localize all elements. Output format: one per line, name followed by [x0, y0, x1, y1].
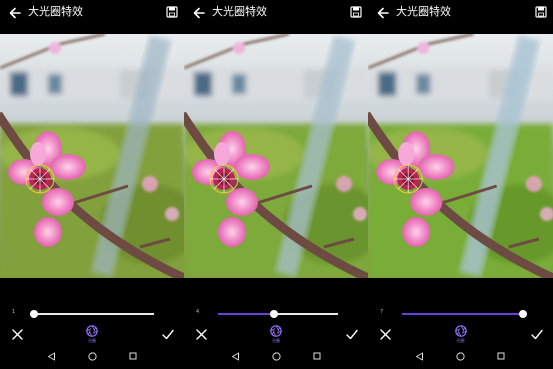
aperture-tool[interactable]: 光圈 — [261, 325, 291, 344]
top-bar: 大光圈特效 — [368, 0, 553, 34]
slider-track[interactable] — [30, 310, 154, 318]
slider-thumb[interactable] — [270, 310, 279, 318]
aperture-tool[interactable]: 光圈 — [77, 325, 107, 344]
aperture-slider[interactable]: 7 — [368, 306, 553, 322]
aperture-tool-label: 光圈 — [272, 338, 280, 343]
photo-preview — [368, 34, 553, 278]
save-icon[interactable] — [166, 6, 178, 18]
back-arrow-icon[interactable] — [8, 6, 22, 20]
page-title: 大光圈特效 — [28, 5, 83, 18]
back-arrow-icon[interactable] — [376, 6, 390, 20]
top-bar: 大光圈特效 — [0, 0, 184, 34]
aperture-tool-label: 光圈 — [456, 338, 465, 343]
focus-ring — [393, 164, 423, 194]
nav-home-circle-icon[interactable] — [88, 352, 97, 361]
slider-fill — [218, 313, 275, 315]
save-icon[interactable] — [350, 6, 362, 18]
system-nav-bar — [184, 348, 368, 366]
nav-home-circle-icon[interactable] — [456, 352, 465, 361]
close-icon[interactable] — [12, 329, 23, 340]
page-title: 大光圈特效 — [396, 5, 451, 18]
system-nav-bar — [368, 348, 553, 366]
action-bar: 光圈 — [0, 323, 184, 345]
nav-back-triangle-icon[interactable] — [231, 352, 240, 361]
screen-aperture-level-1: 大光圈特效 1 光圈 — [0, 0, 184, 369]
screen-aperture-level-7: 大光圈特效 7 光圈 — [368, 0, 553, 369]
photo-preview — [0, 34, 184, 278]
aperture-icon — [454, 325, 467, 337]
aperture-icon — [270, 325, 282, 337]
back-arrow-icon[interactable] — [192, 6, 206, 20]
aperture-icon — [86, 325, 98, 337]
nav-home-circle-icon[interactable] — [272, 352, 281, 361]
slider-value: 4 — [196, 309, 200, 315]
save-icon[interactable] — [535, 6, 547, 18]
nav-recent-square-icon[interactable] — [313, 352, 321, 360]
aperture-slider[interactable]: 1 — [0, 306, 184, 322]
slider-thumb[interactable] — [30, 310, 38, 318]
check-icon[interactable] — [346, 329, 358, 340]
slider-value: 7 — [380, 309, 384, 315]
nav-recent-square-icon[interactable] — [497, 352, 505, 360]
close-icon[interactable] — [196, 329, 207, 340]
slider-track[interactable] — [218, 310, 338, 318]
nav-back-triangle-icon[interactable] — [47, 352, 56, 361]
aperture-tool[interactable]: 光圈 — [446, 325, 476, 344]
nav-back-triangle-icon[interactable] — [415, 352, 424, 361]
focus-ring — [209, 164, 239, 194]
photo-preview — [184, 34, 368, 278]
action-bar: 光圈 — [368, 323, 553, 345]
screen-aperture-level-4: 大光圈特效 4 光圈 — [184, 0, 368, 369]
check-icon[interactable] — [162, 329, 174, 340]
slider-thumb[interactable] — [519, 310, 527, 318]
check-icon[interactable] — [531, 329, 543, 340]
system-nav-bar — [0, 348, 184, 366]
close-icon[interactable] — [380, 329, 391, 340]
top-bar: 大光圈特效 — [184, 0, 368, 34]
slider-value: 1 — [12, 309, 16, 315]
page-title: 大光圈特效 — [212, 5, 267, 18]
aperture-tool-label: 光圈 — [88, 338, 96, 343]
nav-recent-square-icon[interactable] — [129, 352, 137, 360]
aperture-slider[interactable]: 4 — [184, 306, 368, 322]
slider-track[interactable] — [402, 310, 527, 318]
action-bar: 光圈 — [184, 323, 368, 345]
focus-ring — [25, 164, 55, 194]
slider-fill — [402, 313, 523, 315]
